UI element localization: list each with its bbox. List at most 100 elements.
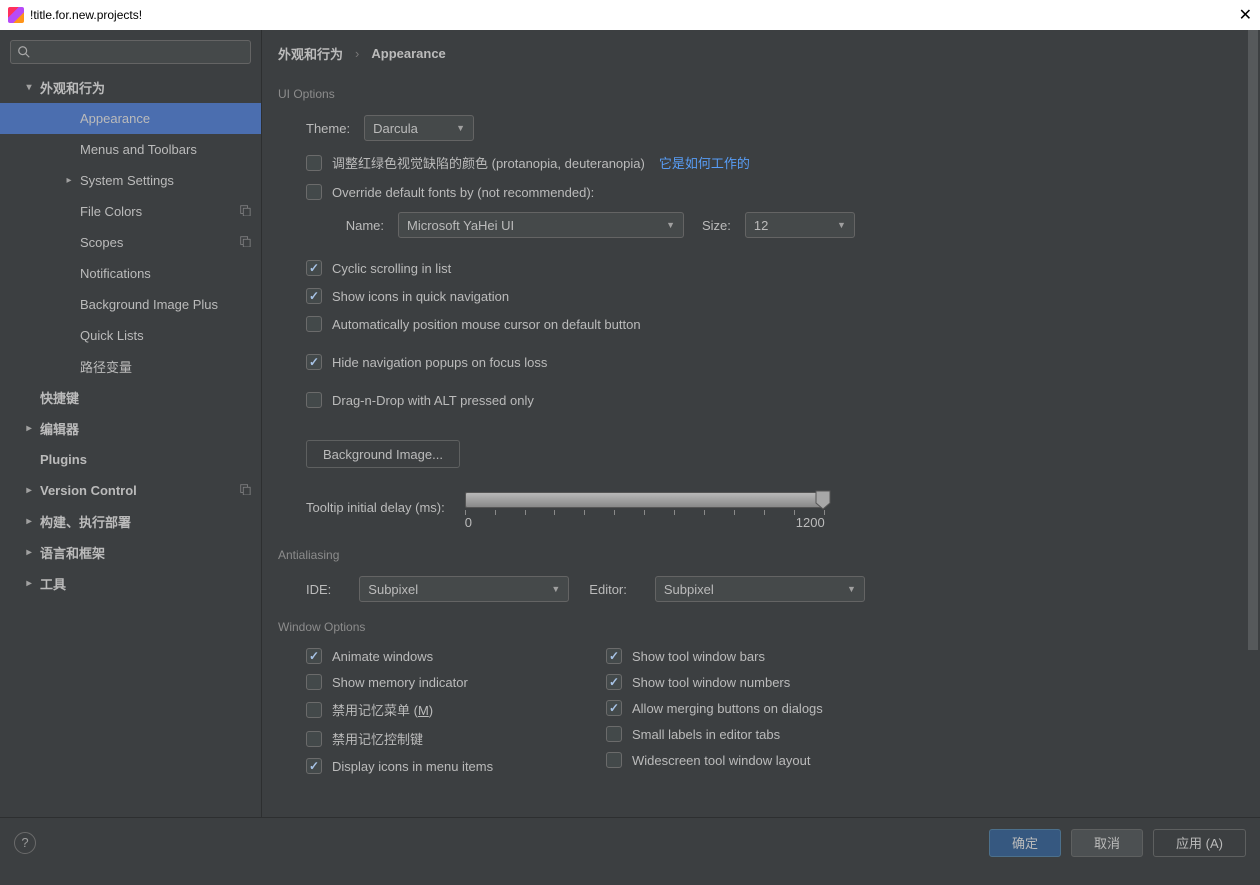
window-option-checkbox[interactable] <box>606 648 622 664</box>
font-name-combo[interactable]: Microsoft YaHei UI ▼ <box>398 212 684 238</box>
help-button[interactable]: ? <box>14 832 36 854</box>
section-window-options: Window Options <box>278 620 1244 634</box>
sidebar-item[interactable]: Plugins <box>0 444 261 475</box>
tooltip-min: 0 <box>465 515 472 530</box>
aa-editor-value: Subpixel <box>664 582 714 597</box>
apply-button[interactable]: 应用 (A) <box>1153 829 1246 857</box>
window-option-checkbox[interactable] <box>606 726 622 742</box>
window-title: !title.for.new.projects! <box>30 8 142 22</box>
window-option-label: Display icons in menu items <box>332 759 493 774</box>
chevron-icon: ▸ <box>22 547 36 558</box>
sidebar-item[interactable]: ▸ System Settings <box>0 165 261 196</box>
sidebar-item-label: 外观和行为 <box>40 78 105 97</box>
tooltip-delay-label: Tooltip initial delay (ms): <box>306 492 445 515</box>
window-option-label: 禁用记忆控制键 <box>332 729 423 748</box>
tooltip-max: 1200 <box>796 515 825 530</box>
sidebar-tree: ▾外观和行为Appearance Menus and Toolbars ▸ Syste… <box>0 72 261 817</box>
window-option-checkbox[interactable] <box>606 752 622 768</box>
window-option-checkbox[interactable] <box>306 674 322 690</box>
theme-label: Theme: <box>306 121 350 136</box>
sidebar-item-label: Plugins <box>40 452 87 467</box>
sidebar-item-label: 语言和框架 <box>40 543 105 562</box>
sidebar-item-label: 构建、执行部署 <box>40 512 131 531</box>
sidebar-item-label: Menus and Toolbars <box>80 142 197 157</box>
window-option-checkbox[interactable] <box>606 674 622 690</box>
sidebar-item[interactable]: ▸ 工具 <box>0 568 261 599</box>
color-deficiency-checkbox[interactable] <box>306 155 322 171</box>
chevron-icon: ▸ <box>62 175 76 186</box>
tooltip-delay-slider[interactable] <box>465 492 825 508</box>
slider-thumb-icon[interactable] <box>814 489 832 511</box>
sidebar-item[interactable]: Notifications <box>0 258 261 289</box>
override-fonts-checkbox[interactable] <box>306 184 322 200</box>
sidebar-item[interactable]: 快捷键 <box>0 382 261 413</box>
breadcrumb-root[interactable]: 外观和行为 <box>278 44 343 63</box>
search-input[interactable] <box>10 40 251 64</box>
theme-combo[interactable]: Darcula ▼ <box>364 115 474 141</box>
sidebar-item-label: 路径变量 <box>80 357 132 376</box>
auto-cursor-label: Automatically position mouse cursor on d… <box>332 317 641 332</box>
window-option-checkbox[interactable] <box>606 700 622 716</box>
chevron-down-icon: ▼ <box>666 220 675 230</box>
sidebar-item[interactable]: Appearance <box>0 103 261 134</box>
window-option-label: Show tool window numbers <box>632 675 790 690</box>
dnd-alt-checkbox[interactable] <box>306 392 322 408</box>
window-option-checkbox[interactable] <box>306 731 322 747</box>
sidebar-item-label: 工具 <box>40 574 66 593</box>
aa-ide-combo[interactable]: Subpixel ▼ <box>359 576 569 602</box>
sidebar-item[interactable]: ▸编辑器 <box>0 413 261 444</box>
background-image-button[interactable]: Background Image... <box>306 440 460 468</box>
window-option-label: 禁用记忆菜单 (M) <box>332 700 433 719</box>
content-scroll[interactable]: UI Options Theme: Darcula ▼ 调整红绿色视觉缺陷的颜色… <box>262 77 1260 817</box>
show-icons-checkbox[interactable] <box>306 288 322 304</box>
cancel-button[interactable]: 取消 <box>1071 829 1143 857</box>
chevron-icon: ▸ <box>22 516 36 527</box>
window-option-checkbox[interactable] <box>306 648 322 664</box>
sidebar-item[interactable]: Quick Lists <box>0 320 261 351</box>
sidebar-item[interactable]: File Colors <box>0 196 261 227</box>
ok-button[interactable]: 确定 <box>989 829 1061 857</box>
search-icon <box>17 45 31 59</box>
chevron-icon: ▸ <box>22 578 36 589</box>
font-size-value: 12 <box>754 218 768 233</box>
hide-popups-checkbox[interactable] <box>306 354 322 370</box>
how-it-works-link[interactable]: 它是如何工作的 <box>659 153 750 172</box>
main-panel: 外观和行为 › Appearance UI Options Theme: Dar… <box>262 30 1260 817</box>
chevron-down-icon: ▼ <box>551 584 560 594</box>
font-size-combo[interactable]: 12 ▼ <box>745 212 855 238</box>
window-option-label: Animate windows <box>332 649 433 664</box>
aa-editor-label: Editor: <box>589 582 627 597</box>
theme-value: Darcula <box>373 121 418 136</box>
section-ui-options: UI Options <box>278 87 1244 101</box>
color-deficiency-label: 调整红绿色视觉缺陷的颜色 (protanopia, deuteranopia) <box>332 153 645 172</box>
window-option-checkbox[interactable] <box>306 758 322 774</box>
sidebar-item[interactable]: Menus and Toolbars <box>0 134 261 165</box>
chevron-down-icon: ▼ <box>456 123 465 133</box>
window-option-checkbox[interactable] <box>306 702 322 718</box>
sidebar-item[interactable]: Background Image Plus <box>0 289 261 320</box>
auto-cursor-checkbox[interactable] <box>306 316 322 332</box>
sidebar-item-label: Scopes <box>80 235 123 250</box>
sidebar-item[interactable]: ▾外观和行为 <box>0 72 261 103</box>
window-option-label: Widescreen tool window layout <box>632 753 810 768</box>
chevron-right-icon: › <box>355 46 359 61</box>
vertical-scrollbar[interactable] <box>1246 30 1260 817</box>
window-options-grid: Animate windowsShow memory indicator禁用记忆… <box>278 648 1244 784</box>
override-fonts-label: Override default fonts by (not recommend… <box>332 185 594 200</box>
breadcrumb-leaf: Appearance <box>371 46 445 61</box>
sidebar-item[interactable]: 路径变量 <box>0 351 261 382</box>
chevron-down-icon: ▼ <box>837 220 846 230</box>
sidebar-item-label: System Settings <box>80 173 174 188</box>
sidebar-item[interactable]: ▸Version Control <box>0 475 261 506</box>
copy-icon <box>239 235 251 250</box>
section-antialiasing: Antialiasing <box>278 548 1244 562</box>
font-size-label: Size: <box>702 218 731 233</box>
sidebar-item[interactable]: ▸ 语言和框架 <box>0 537 261 568</box>
sidebar-item[interactable]: ▸ 构建、执行部署 <box>0 506 261 537</box>
aa-editor-combo[interactable]: Subpixel ▼ <box>655 576 865 602</box>
sidebar-item[interactable]: Scopes <box>0 227 261 258</box>
close-icon[interactable]: ✕ <box>1239 5 1252 25</box>
scrollbar-thumb[interactable] <box>1248 30 1258 650</box>
show-icons-label: Show icons in quick navigation <box>332 289 509 304</box>
cyclic-scrolling-checkbox[interactable] <box>306 260 322 276</box>
